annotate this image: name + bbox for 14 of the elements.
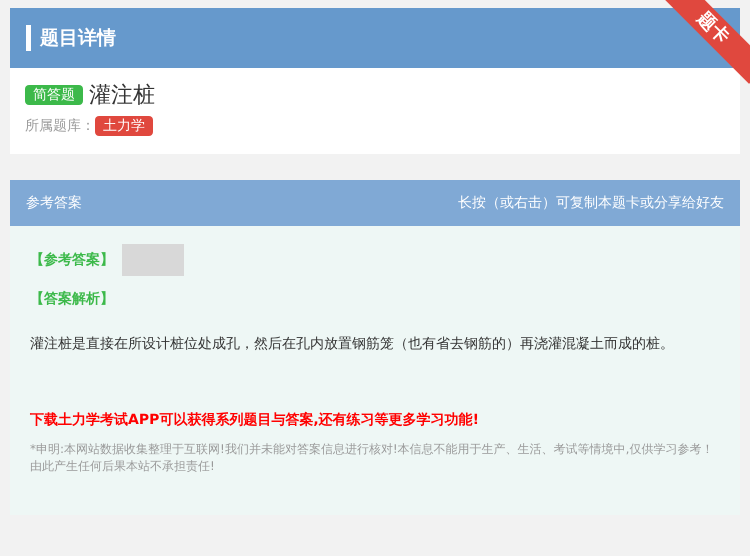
bank-label: 所属题库： bbox=[25, 117, 95, 135]
question-type-tag: 简答题 bbox=[25, 85, 83, 105]
answer-image-placeholder bbox=[122, 244, 184, 276]
answer-label: 【参考答案】 bbox=[30, 251, 114, 269]
answer-header-title: 参考答案 bbox=[26, 194, 82, 212]
analysis-text: 灌注桩是直接在所设计桩位处成孔，然后在孔内放置钢筋笼（也有省去钢筋的）再浇灌混凝土而成的桩。 bbox=[30, 335, 675, 354]
page-title: 题目详情 bbox=[40, 26, 116, 51]
bank-tag[interactable]: 土力学 bbox=[95, 116, 153, 136]
question-title: 灌注桩 bbox=[89, 82, 155, 110]
share-hint: 长按（或右击）可复制本题卡或分享给好友 bbox=[458, 194, 724, 212]
app-promo-text: 下载土力学考试APP可以获得系列题目与答案,还有练习等更多学习功能! bbox=[30, 411, 480, 429]
disclaimer-text: *申明:本网站数据收集整理于互联网!我们并未能对答案信息进行核对!本信息不能用于生产、生活、考试等情境中,仅供学习参考！由此产生任何后果本站不承担责任! bbox=[30, 441, 714, 475]
title-marker bbox=[26, 25, 31, 51]
analysis-label: 【答案解析】 bbox=[30, 290, 115, 308]
